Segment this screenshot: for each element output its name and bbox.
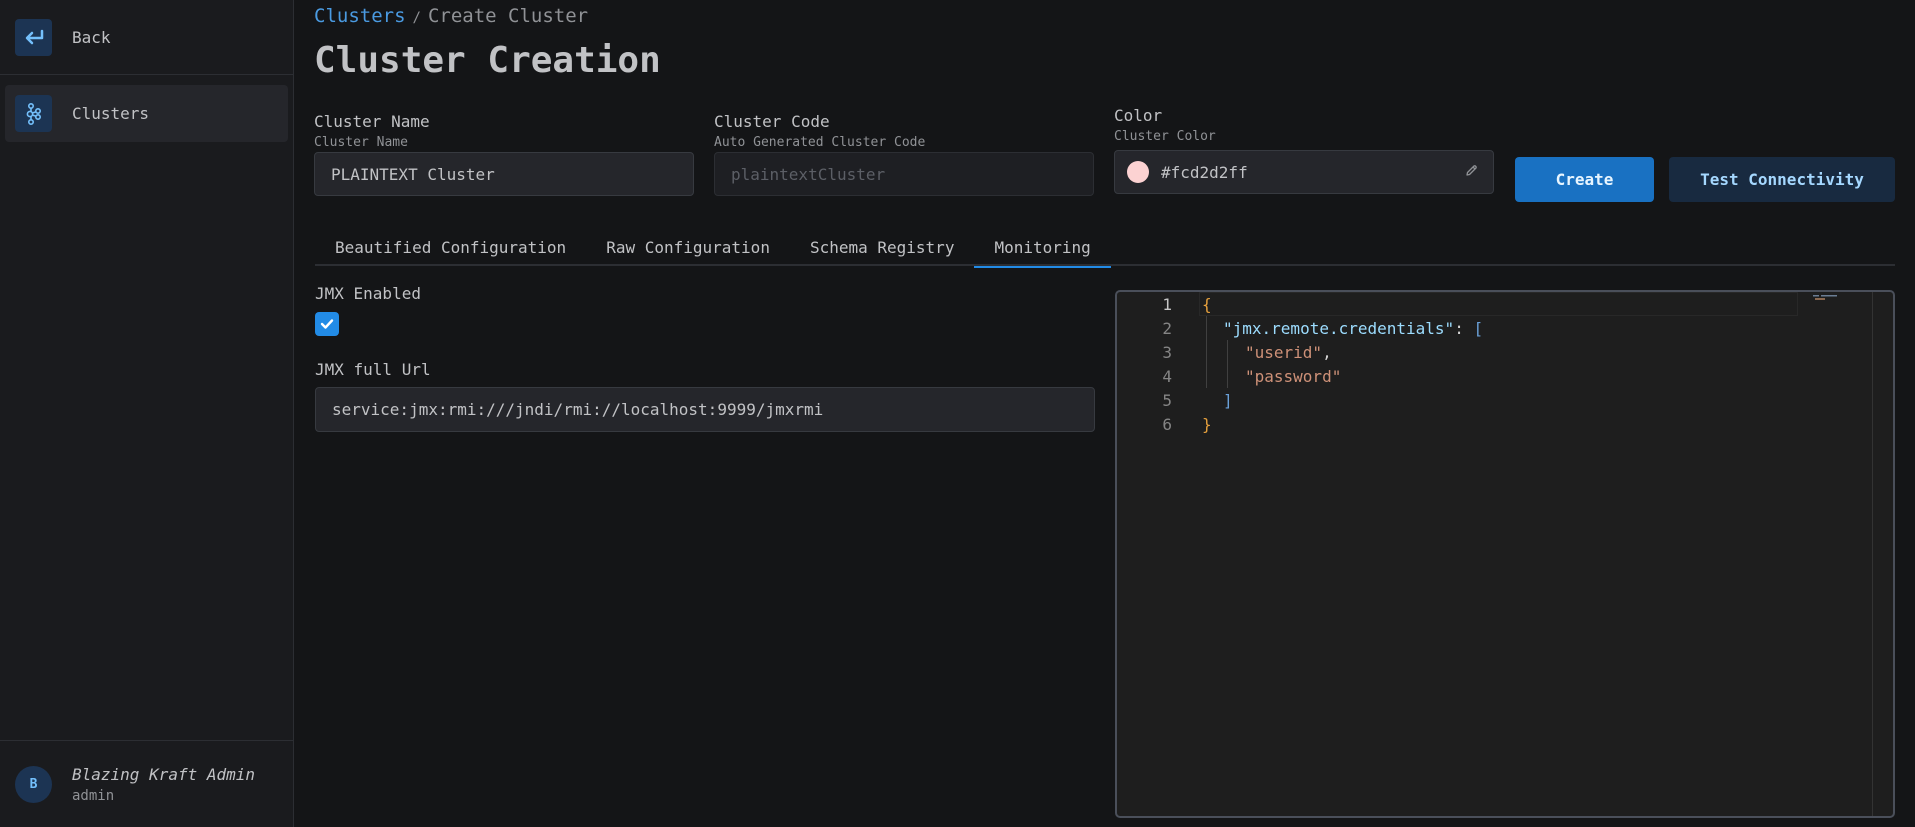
config-tabs: Beautified Configuration Raw Configurati… — [315, 228, 1895, 268]
cluster-name-field: Cluster Name Cluster Name PLAINTEXT Clus… — [314, 112, 694, 196]
tab-raw-configuration[interactable]: Raw Configuration — [586, 228, 790, 266]
user-role: admin — [72, 787, 115, 804]
line-number: 1 — [1162, 294, 1172, 314]
breadcrumb: Clusters / Create Cluster — [314, 5, 588, 27]
color-description: Cluster Color — [1114, 129, 1216, 144]
code-text: } — [1202, 414, 1212, 434]
back-button[interactable]: Back — [0, 0, 293, 75]
line-number: 5 — [1162, 390, 1172, 410]
check-icon — [320, 319, 334, 329]
cluster-code-input[interactable]: plaintextCluster — [714, 152, 1094, 196]
cluster-icon — [15, 95, 52, 132]
json-string: "userid" — [1245, 342, 1323, 362]
user-menu[interactable]: B Blazing Kraft Admin admin — [0, 740, 293, 827]
sidebar-item-clusters[interactable]: Clusters — [5, 85, 288, 142]
sidebar-nav: Clusters — [0, 75, 293, 152]
editor-line: 2 "jmx.remote.credentials": [ — [1117, 316, 1893, 340]
code-text: { — [1202, 294, 1212, 314]
cluster-code-field: Cluster Code Auto Generated Cluster Code… — [714, 112, 1094, 196]
tab-monitoring[interactable]: Monitoring — [974, 228, 1112, 268]
json-colon: : — [1454, 318, 1474, 338]
page-title: Cluster Creation — [314, 40, 661, 81]
json-bracket: [ — [1473, 318, 1484, 338]
jmx-enabled-checkbox[interactable] — [315, 312, 339, 336]
breadcrumb-current: Create Cluster — [427, 5, 589, 27]
json-string: "password" — [1245, 366, 1342, 386]
user-info: Blazing Kraft Admin admin — [72, 765, 255, 804]
code-text: ] — [1223, 390, 1233, 410]
tab-beautified-configuration[interactable]: Beautified Configuration — [315, 228, 586, 266]
tab-schema-registry[interactable]: Schema Registry — [790, 228, 975, 266]
json-editor[interactable]: 1 { 2 "jmx.remote.credentials": [ 3 "use… — [1115, 290, 1895, 818]
color-swatch — [1127, 161, 1149, 183]
editor-line: 6 } — [1117, 412, 1893, 436]
jmx-url-label: JMX full Url — [315, 360, 431, 379]
cluster-code-description: Auto Generated Cluster Code — [714, 135, 926, 150]
jmx-url-input[interactable]: service:jmx:rmi:///jndi/rmi://localhost:… — [315, 387, 1095, 432]
editor-line: 4 "password" — [1117, 364, 1893, 388]
line-number: 6 — [1162, 414, 1172, 434]
code-text: "jmx.remote.credentials": [ — [1223, 319, 1483, 338]
eyedropper-icon[interactable] — [1465, 163, 1479, 181]
cluster-name-description: Cluster Name — [314, 135, 408, 150]
color-value: #fcd2d2ff — [1161, 162, 1248, 182]
code-text: "userid", — [1245, 343, 1332, 362]
cluster-name-label: Cluster Name — [314, 112, 430, 131]
editor-line: 3 "userid", — [1117, 340, 1893, 364]
user-name: Blazing Kraft Admin — [72, 764, 256, 784]
line-number: 3 — [1162, 342, 1172, 362]
jmx-enabled-label: JMX Enabled — [315, 284, 421, 303]
color-input[interactable]: #fcd2d2ff — [1114, 150, 1494, 194]
color-label: Color — [1114, 106, 1163, 125]
color-field: Color Cluster Color #fcd2d2ff — [1114, 106, 1494, 194]
cluster-code-label: Cluster Code — [714, 112, 830, 131]
line-number: 4 — [1162, 366, 1172, 386]
json-comma: , — [1322, 342, 1332, 362]
cluster-name-input[interactable]: PLAINTEXT Cluster — [314, 152, 694, 196]
editor-line: 1 { — [1117, 292, 1893, 316]
avatar: B — [15, 765, 52, 803]
back-arrow-icon — [15, 18, 52, 56]
line-number: 2 — [1162, 318, 1172, 338]
breadcrumb-separator: / — [412, 10, 421, 26]
sidebar: Back Clusters B Blazing Kraft Admin admi… — [0, 0, 294, 827]
test-connectivity-button[interactable]: Test Connectivity — [1669, 157, 1895, 202]
breadcrumb-clusters-link[interactable]: Clusters — [314, 5, 406, 27]
sidebar-item-label: Clusters — [72, 104, 150, 123]
editor-line: 5 ] — [1117, 388, 1893, 412]
json-key: "jmx.remote.credentials" — [1223, 318, 1455, 338]
back-label: Back — [72, 27, 111, 47]
create-button[interactable]: Create — [1515, 157, 1654, 202]
